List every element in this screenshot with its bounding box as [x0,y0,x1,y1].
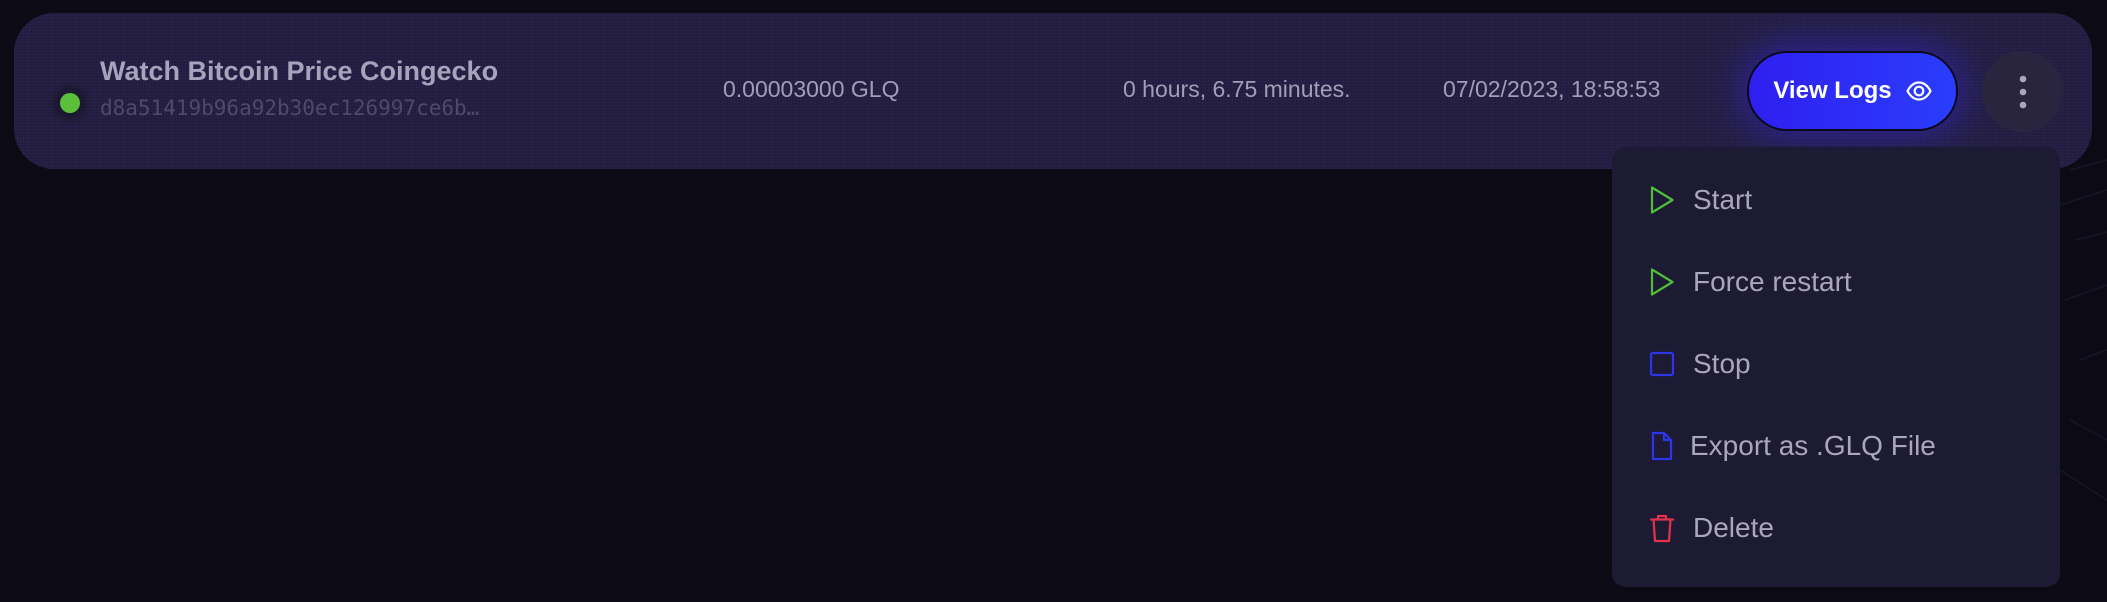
job-name: Watch Bitcoin Price Coingecko [100,56,499,86]
job-id: d8a51419b96a92b30ec126997ce6b… [100,96,480,120]
stop-icon [1647,347,1677,381]
job-cost: 0.00003000 GLQ [723,76,900,102]
menu-item-stop[interactable]: Stop [1612,329,2060,399]
menu-item-export[interactable]: Export as .GLQ File [1612,411,2060,481]
eye-icon [1906,81,1932,101]
job-duration: 0 hours, 6.75 minutes. [1123,76,1351,102]
more-options-button[interactable] [1982,51,2063,132]
play-icon [1647,265,1677,299]
view-logs-button[interactable]: View Logs [1747,51,1958,131]
vertical-ellipsis-icon [2019,75,2026,108]
status-indicator [47,80,93,126]
menu-item-label: Stop [1693,348,1751,379]
view-logs-label: View Logs [1773,77,1892,104]
online-dot-icon [60,93,80,113]
menu-item-label: Export as .GLQ File [1690,430,1936,461]
menu-item-force-restart[interactable]: Force restart [1612,247,2060,317]
menu-item-start[interactable]: Start [1612,165,2060,235]
play-icon [1647,183,1677,217]
options-menu: Start Force restart Stop Export as .GLQ … [1612,147,2060,587]
menu-item-label: Start [1693,184,1753,215]
menu-item-label: Delete [1693,512,1774,543]
file-icon [1647,429,1677,463]
job-timestamp: 07/02/2023, 18:58:53 [1443,76,1661,102]
menu-item-label: Force restart [1693,266,1852,297]
menu-item-delete[interactable]: Delete [1612,493,2060,563]
trash-icon [1647,511,1677,545]
